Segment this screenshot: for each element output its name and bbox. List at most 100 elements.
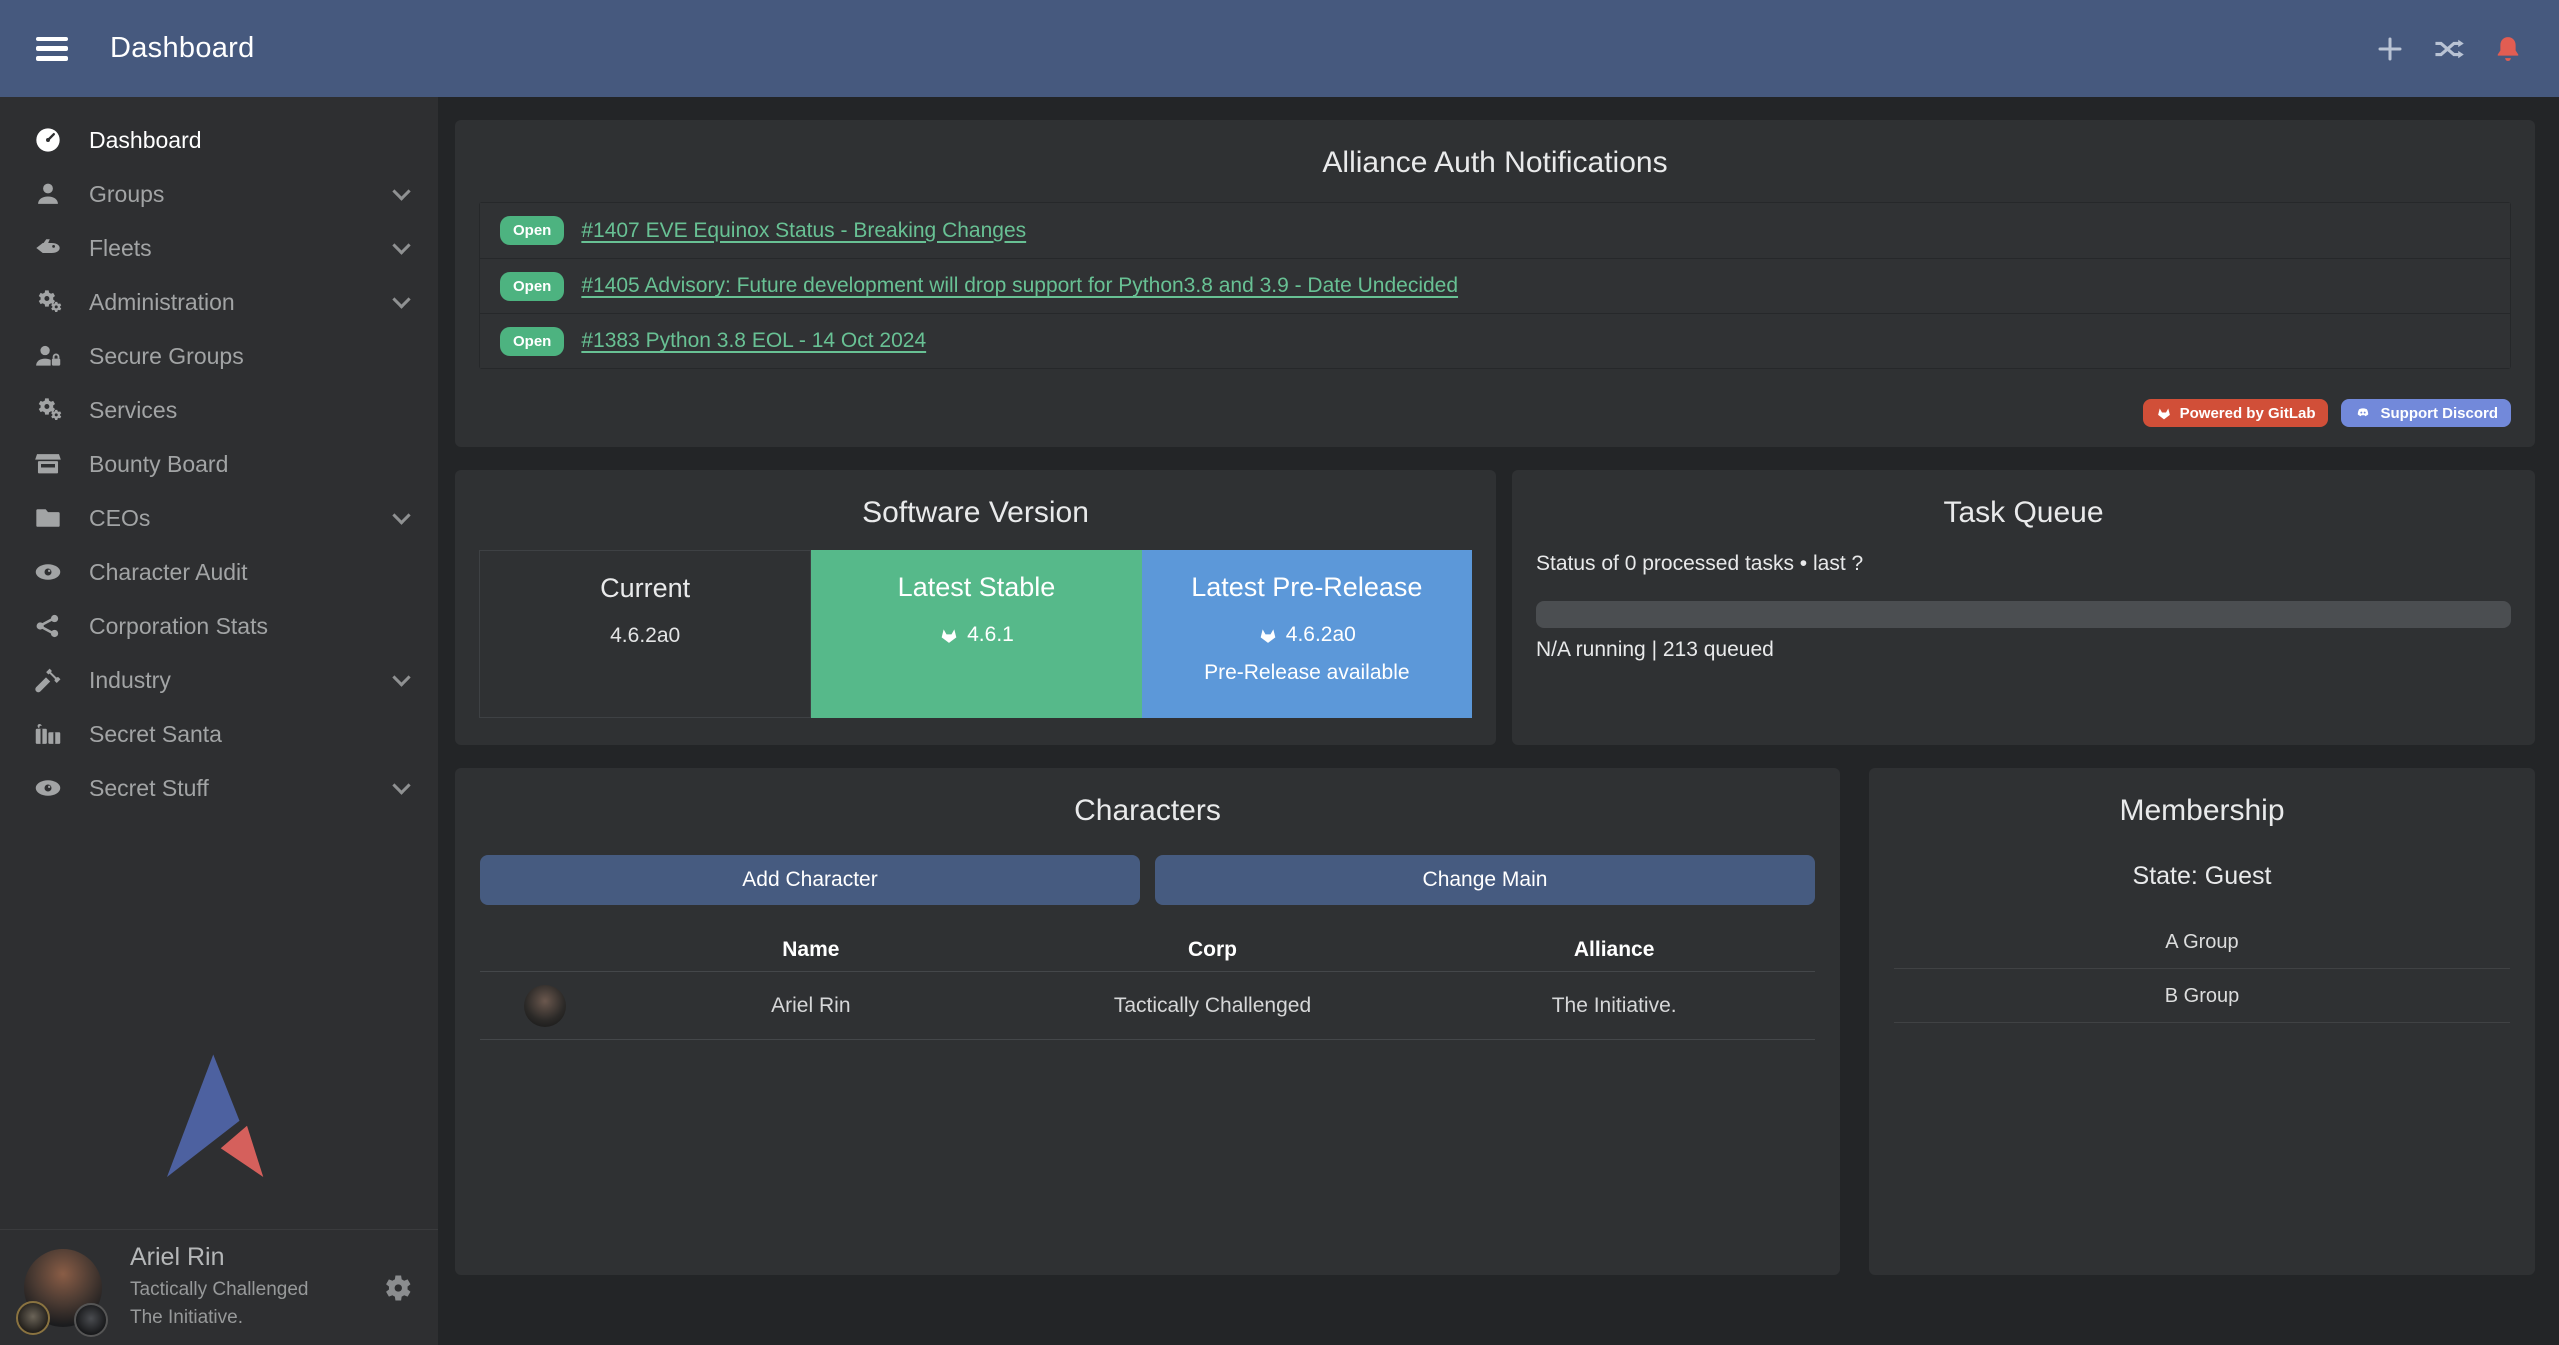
- sidebar-item-secure-groups[interactable]: Secure Groups: [0, 329, 438, 383]
- menu-toggle-icon[interactable]: [36, 37, 68, 61]
- sidebar-item-label: Fleets: [89, 235, 152, 262]
- sidebar-item-label: Services: [89, 397, 177, 424]
- status-badge: Open: [500, 216, 564, 245]
- share-icon: [34, 612, 62, 640]
- version-latest-prerelease: Latest Pre-Release 4.6.2a0 Pre-Release a…: [1142, 550, 1472, 718]
- characters-table-header: Name Corp Alliance: [480, 928, 1815, 972]
- sidebar-item-label: Secure Groups: [89, 343, 244, 370]
- sidebar-item-label: Corporation Stats: [89, 613, 268, 640]
- eye-icon: [34, 774, 62, 802]
- sidebar-item-label: Secret Stuff: [89, 775, 209, 802]
- hammer-icon: [34, 666, 62, 694]
- notifications-footer-badges: Powered by GitLab Support Discord: [2143, 399, 2511, 427]
- gitlab-icon: [1258, 625, 1278, 645]
- sidebar-item-dashboard[interactable]: Dashboard: [0, 113, 438, 167]
- notification-item: Open #1405 Advisory: Future development …: [480, 258, 2510, 313]
- user-alliance: The Initiative.: [130, 1304, 309, 1332]
- col-header-name: Name: [610, 938, 1012, 962]
- version-value: 4.6.2a0: [1286, 623, 1356, 647]
- notification-item: Open #1383 Python 3.8 EOL - 14 Oct 2024: [480, 313, 2510, 368]
- chevron-down-icon: [392, 776, 410, 794]
- notification-item: Open #1407 EVE Equinox Status - Breaking…: [480, 203, 2510, 258]
- user-panel: Ariel Rin Tactically Challenged The Init…: [0, 1229, 438, 1345]
- user-info: Ariel Rin Tactically Challenged The Init…: [130, 1243, 309, 1331]
- user-avatar: [24, 1249, 102, 1327]
- characters-table: Name Corp Alliance Ariel Rin Tactically …: [480, 928, 1815, 1040]
- notifications-list: Open #1407 EVE Equinox Status - Breaking…: [479, 202, 2511, 369]
- sidebar-item-bounty-board[interactable]: Bounty Board: [0, 437, 438, 491]
- badge-label: Powered by GitLab: [2180, 405, 2316, 422]
- user-lock-icon: [34, 342, 62, 370]
- sidebar-item-secret-stuff[interactable]: Secret Stuff: [0, 761, 438, 815]
- cogs-icon: [34, 288, 62, 316]
- sidebar-item-groups[interactable]: Groups: [0, 167, 438, 221]
- version-latest-stable: Latest Stable 4.6.1: [811, 550, 1141, 718]
- chevron-down-icon: [392, 506, 410, 524]
- change-main-button[interactable]: Change Main: [1155, 855, 1815, 905]
- sidebar-item-label: Bounty Board: [89, 451, 228, 478]
- page-title: Dashboard: [110, 32, 255, 65]
- user-corp: Tactically Challenged: [130, 1276, 309, 1304]
- gitlab-icon: [939, 625, 959, 645]
- membership-title: Membership: [1869, 768, 2535, 828]
- task-queue-progress-bar: [1536, 601, 2511, 628]
- user-settings-gear-icon[interactable]: [380, 1271, 414, 1305]
- character-alliance: The Initiative.: [1413, 994, 1815, 1018]
- group-item: B Group: [1894, 969, 2510, 1023]
- membership-panel: Membership State: Guest A Group B Group: [1869, 768, 2535, 1275]
- sidebar-item-corporation-stats[interactable]: Corporation Stats: [0, 599, 438, 653]
- shuffle-icon[interactable]: [2433, 34, 2465, 64]
- chevron-down-icon: [392, 236, 410, 254]
- membership-groups-list: A Group B Group: [1894, 915, 2510, 1023]
- sidebar-item-ceos[interactable]: CEOs: [0, 491, 438, 545]
- powered-by-gitlab-badge[interactable]: Powered by GitLab: [2143, 399, 2329, 427]
- app-root: Dashboard Dashboard Groups Fleets: [0, 0, 2559, 1345]
- alliance-auth-logo: [152, 1052, 277, 1182]
- gifts-icon: [34, 720, 62, 748]
- sidebar-item-label: Character Audit: [89, 559, 248, 586]
- sidebar-item-services[interactable]: Services: [0, 383, 438, 437]
- notification-link[interactable]: #1407 EVE Equinox Status - Breaking Chan…: [581, 219, 1026, 243]
- notification-link[interactable]: #1383 Python 3.8 EOL - 14 Oct 2024: [581, 329, 926, 353]
- discord-icon: [2354, 405, 2372, 421]
- sidebar-item-label: CEOs: [89, 505, 150, 532]
- sidebar-item-administration[interactable]: Administration: [0, 275, 438, 329]
- corp-logo-icon: [16, 1301, 50, 1335]
- task-queue-status-line: Status of 0 processed tasks • last ?: [1536, 552, 1863, 576]
- chevron-down-icon: [392, 182, 410, 200]
- character-row: Ariel Rin Tactically Challenged The Init…: [480, 972, 1815, 1040]
- version-label: Latest Pre-Release: [1142, 572, 1472, 603]
- sidebar-item-label: Industry: [89, 667, 171, 694]
- eye-icon: [34, 558, 62, 586]
- sidebar-item-label: Groups: [89, 181, 164, 208]
- badge-label: Support Discord: [2380, 405, 2498, 422]
- notifications-bell-icon[interactable]: [2493, 34, 2523, 64]
- sidebar-item-fleets[interactable]: Fleets: [0, 221, 438, 275]
- support-discord-badge[interactable]: Support Discord: [2341, 399, 2511, 427]
- add-icon[interactable]: [2375, 34, 2405, 64]
- status-badge: Open: [500, 272, 564, 301]
- version-value: 4.6.1: [967, 623, 1014, 647]
- character-portrait: [524, 985, 566, 1027]
- task-queue-panel: Task Queue Status of 0 processed tasks •…: [1512, 470, 2535, 745]
- user-name: Ariel Rin: [130, 1243, 309, 1272]
- chevron-down-icon: [392, 668, 410, 686]
- character-corp: Tactically Challenged: [1012, 994, 1414, 1018]
- characters-title: Characters: [455, 768, 1840, 828]
- sidebar-item-character-audit[interactable]: Character Audit: [0, 545, 438, 599]
- sidebar-item-industry[interactable]: Industry: [0, 653, 438, 707]
- chevron-down-icon: [392, 290, 410, 308]
- sidebar-item-secret-santa[interactable]: Secret Santa: [0, 707, 438, 761]
- sidebar-item-label: Dashboard: [89, 127, 202, 154]
- version-label: Latest Stable: [811, 572, 1141, 603]
- add-character-button[interactable]: Add Character: [480, 855, 1140, 905]
- tachometer-icon: [34, 126, 62, 154]
- notifications-title: Alliance Auth Notifications: [455, 120, 2535, 180]
- membership-state: State: Guest: [1869, 862, 2535, 891]
- version-box: Current 4.6.2a0 Latest Stable 4.6.1 Late…: [479, 550, 1472, 718]
- top-navbar: Dashboard: [0, 0, 2559, 97]
- notification-link[interactable]: #1405 Advisory: Future development will …: [581, 274, 1458, 298]
- character-name: Ariel Rin: [610, 994, 1012, 1018]
- version-value: 4.6.2a0: [610, 624, 680, 648]
- alliance-auth-notifications-panel: Alliance Auth Notifications Open #1407 E…: [455, 120, 2535, 447]
